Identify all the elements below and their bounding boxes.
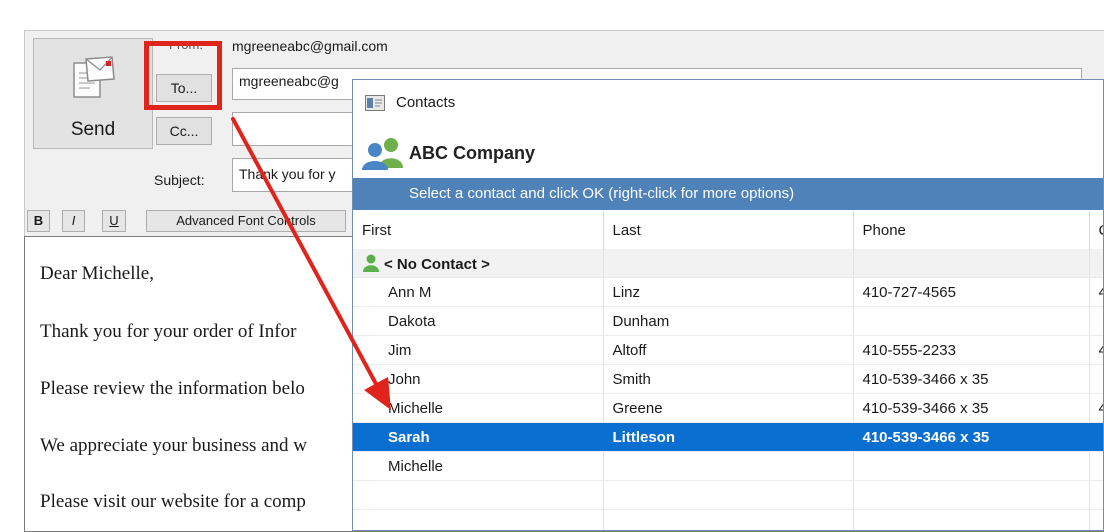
cell-extra: 4 <box>1089 277 1103 307</box>
send-mail-icon <box>73 56 115 98</box>
cell-extra: 4 <box>1089 335 1103 365</box>
underline-button[interactable]: U <box>102 210 126 232</box>
no-contact-cell: < No Contact > <box>353 249 604 278</box>
contacts-window-icon <box>365 95 385 111</box>
cell-extra: 4 <box>1089 393 1103 423</box>
cell-last: Linz <box>603 277 854 307</box>
italic-button[interactable]: I <box>62 210 85 232</box>
contacts-dialog: Contacts ABC Company Select a contact an… <box>352 79 1104 531</box>
contacts-table: First Last Phone C < No Contact > Ann M … <box>353 211 1103 530</box>
advanced-font-controls-button[interactable]: Advanced Font Controls <box>146 210 346 232</box>
cell-last: Dunham <box>603 306 854 336</box>
cell-phone: 410-539-3466 x 35 <box>853 393 1090 423</box>
person-icon <box>363 254 379 272</box>
table-row-selected[interactable]: Sarah Littleson 410-539-3466 x 35 <box>353 422 1103 452</box>
table-row[interactable]: Jim Altoff 410-555-2233 4 <box>353 335 1103 365</box>
no-contact-label: < No Contact > <box>384 255 490 273</box>
table-row-empty <box>353 509 1103 530</box>
company-name: ABC Company <box>409 143 536 163</box>
cell-phone: 410-727-4565 <box>853 277 1090 307</box>
cell-phone: 410-539-3466 x 35 <box>853 364 1090 394</box>
cell-first: Jim <box>353 335 604 365</box>
table-row-no-contact[interactable]: < No Contact > <box>353 249 1103 278</box>
from-value: mgreeneabc@gmail.com <box>232 38 388 54</box>
table-row[interactable]: Michelle Greene 410-539-3466 x 35 4 <box>353 393 1103 423</box>
cell-first: Dakota <box>353 306 604 336</box>
body-line: Dear Michelle, <box>40 263 154 284</box>
instruction-text: Select a contact and click OK (right-cli… <box>409 185 795 202</box>
table-header: First Last Phone C <box>353 211 1103 249</box>
dialog-titlebar[interactable]: Contacts <box>353 80 1103 124</box>
cell-phone: 410-555-2233 <box>853 335 1090 365</box>
cell-phone <box>853 306 1090 336</box>
company-header: ABC Company <box>353 130 1103 175</box>
table-row[interactable]: Ann M Linz 410-727-4565 4 <box>353 277 1103 307</box>
cell-first: Michelle <box>353 451 604 481</box>
column-header-extra[interactable]: C <box>1089 211 1103 249</box>
cell-phone <box>853 451 1090 481</box>
send-button[interactable]: Send <box>33 38 153 149</box>
cell-extra <box>1089 364 1103 394</box>
cell-last: Littleson <box>603 422 854 452</box>
table-row-empty <box>353 480 1103 510</box>
cell-phone: 410-539-3466 x 35 <box>853 422 1090 452</box>
cell-last: Greene <box>603 393 854 423</box>
cell-extra <box>1089 306 1103 336</box>
cell-last: Smith <box>603 364 854 394</box>
column-header-last[interactable]: Last <box>603 211 854 249</box>
cell-first: Michelle <box>353 393 604 423</box>
table-row[interactable]: Dakota Dunham <box>353 306 1103 336</box>
cell-extra <box>1089 422 1103 452</box>
body-line: Thank you for your order of Infor <box>40 321 297 342</box>
cell-last: Altoff <box>603 335 854 365</box>
body-line: Please review the information belo <box>40 378 305 399</box>
cc-button[interactable]: Cc... <box>156 117 212 145</box>
body-line: We appreciate your business and w <box>40 435 308 456</box>
bold-button[interactable]: B <box>27 210 50 232</box>
body-line: Please visit our website for a comp <box>40 491 306 512</box>
dialog-title: Contacts <box>396 94 456 111</box>
cell-extra <box>1089 451 1103 481</box>
cell-first: John <box>353 364 604 394</box>
instruction-banner: Select a contact and click OK (right-cli… <box>353 178 1103 210</box>
from-label: From: <box>169 37 203 52</box>
to-button[interactable]: To... <box>156 74 212 102</box>
subject-label: Subject: <box>154 172 205 188</box>
people-group-icon <box>362 138 403 170</box>
cell-last <box>603 451 854 481</box>
send-label: Send <box>70 119 116 140</box>
table-row[interactable]: John Smith 410-539-3466 x 35 <box>353 364 1103 394</box>
cell-first: Ann M <box>353 277 604 307</box>
column-header-phone[interactable]: Phone <box>853 211 1090 249</box>
column-header-first[interactable]: First <box>353 211 604 249</box>
table-row[interactable]: Michelle <box>353 451 1103 481</box>
cell-first: Sarah <box>353 422 604 452</box>
